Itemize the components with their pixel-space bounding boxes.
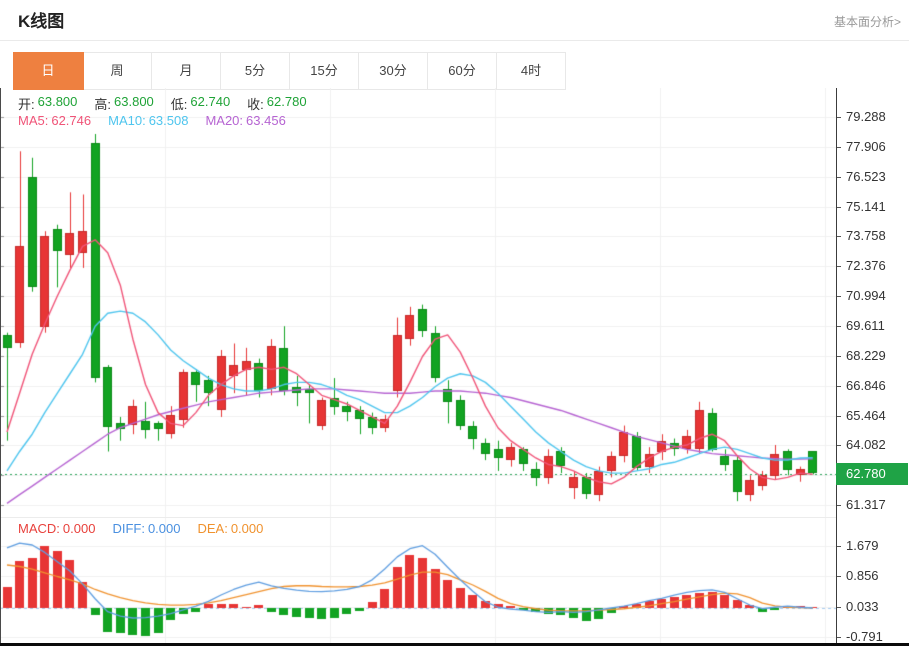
chart-bottom-border — [0, 643, 909, 646]
readout-value: 62.780 — [267, 94, 307, 113]
ma-readout: MA5:62.746 MA10:63.508 MA20:63.456 — [18, 113, 286, 128]
readout-value: 0.000 — [231, 521, 264, 536]
readout-label: 开: — [18, 94, 35, 113]
tab-month[interactable]: 月 — [152, 53, 221, 89]
y-axis-label: 64.082 — [836, 437, 909, 453]
tab-15min[interactable]: 15分 — [290, 53, 359, 89]
y-axis-label: 75.141 — [836, 199, 909, 215]
tab-60min[interactable]: 60分 — [428, 53, 497, 89]
readout-label: 低: — [171, 94, 188, 113]
y-axis-label: 66.846 — [836, 378, 909, 394]
maRow-item: MA10:63.508 — [108, 113, 188, 128]
y-axis-label: 69.611 — [836, 318, 909, 334]
y-axis-label: 0.856 — [836, 568, 909, 584]
readout-value: 0.000 — [148, 521, 181, 536]
y-axis-label: 73.758 — [836, 228, 909, 244]
pane-divider — [0, 517, 836, 518]
axis-line — [836, 88, 837, 646]
y-axis-label: 72.376 — [836, 258, 909, 274]
readout-label: MA5: — [18, 113, 48, 128]
tab-week[interactable]: 周 — [83, 53, 152, 89]
y-axis-label: 68.229 — [836, 348, 909, 364]
page-title: K线图 — [18, 7, 64, 32]
ohlc-readout: 开:63.800高:63.800低:62.740收:62.780 — [18, 94, 307, 113]
readout-value: 63.800 — [38, 94, 78, 113]
readout-label: MA20: — [205, 113, 243, 128]
readout-value: 63.800 — [114, 94, 154, 113]
y-axis-label: 76.523 — [836, 169, 909, 185]
macdRow-item: DEA: 0.000 — [197, 521, 263, 536]
maRow-item: MA5:62.746 — [18, 113, 91, 128]
macdRow-item: DIFF:0.000 — [112, 521, 180, 536]
kline-page: K线图 基本面分析> 日周月5分15分30分60分4时 开:63.800高:63… — [0, 0, 909, 648]
readout-value: 0.000 — [63, 521, 96, 536]
current-price-tag: 62.780 — [836, 463, 908, 485]
candlestick-chart-canvas[interactable] — [0, 88, 836, 517]
readout-label: MACD: — [18, 521, 60, 536]
readout-label: DEA: — [197, 521, 227, 536]
readout-label: 收: — [247, 94, 264, 113]
readout-label: 高: — [94, 94, 111, 113]
y-axis-label: 70.994 — [836, 288, 909, 304]
chart-left-border — [0, 88, 1, 646]
tab-4hour[interactable]: 4时 — [497, 53, 565, 89]
ohlcRow-item: 开:63.800 — [18, 94, 77, 113]
period-tabs: 日周月5分15分30分60分4时 — [13, 52, 566, 90]
header-divider — [0, 40, 909, 41]
ohlcRow-item: 低:62.740 — [171, 94, 230, 113]
ohlcRow-item: 收:62.780 — [247, 94, 306, 113]
y-axis-label: 0.033 — [836, 599, 909, 615]
tab-30min[interactable]: 30分 — [359, 53, 428, 89]
y-axis-label: 61.317 — [836, 497, 909, 513]
readout-value: 62.746 — [51, 113, 91, 128]
macd-readout: MACD:0.000DIFF:0.000DEA:0.000 — [18, 521, 263, 536]
chart-area: 开:63.800高:63.800低:62.740收:62.780 MA5:62.… — [0, 88, 909, 648]
y-axis-label: 65.464 — [836, 408, 909, 424]
y-axis-label: 79.288 — [836, 109, 909, 125]
tab-5min[interactable]: 5分 — [221, 53, 290, 89]
tab-day[interactable]: 日 — [14, 53, 83, 89]
macd-chart-canvas[interactable] — [0, 517, 836, 646]
readout-value: 63.508 — [149, 113, 189, 128]
readout-value: 62.740 — [190, 94, 230, 113]
maRow-item: MA20:63.456 — [205, 113, 285, 128]
ohlcRow-item: 高:63.800 — [94, 94, 153, 113]
fundamental-analysis-link[interactable]: 基本面分析> — [834, 13, 901, 30]
macdRow-item: MACD:0.000 — [18, 521, 95, 536]
y-axis-label: 77.906 — [836, 139, 909, 155]
y-axis-label: 1.679 — [836, 538, 909, 554]
readout-label: DIFF: — [112, 521, 145, 536]
readout-label: MA10: — [108, 113, 146, 128]
readout-value: 63.456 — [246, 113, 286, 128]
